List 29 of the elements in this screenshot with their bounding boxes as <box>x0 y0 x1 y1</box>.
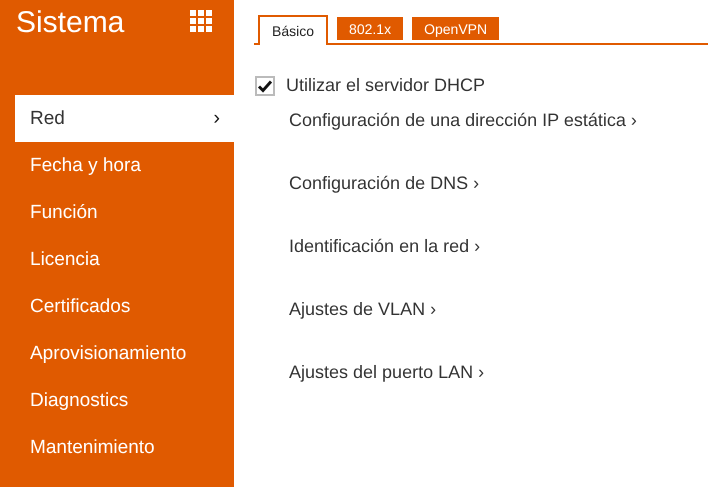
sidebar-item-label: Fecha y hora <box>30 154 141 176</box>
tab[interactable]: Básico <box>258 15 328 45</box>
settings-link[interactable]: Configuración de DNS › <box>289 172 480 194</box>
chevron-text: › <box>213 107 220 130</box>
sidebar-title: Sistema <box>16 6 124 40</box>
checkbox[interactable] <box>255 76 275 96</box>
app-grid-icon[interactable] <box>190 10 212 32</box>
settings-link[interactable]: Ajustes de VLAN › <box>289 298 436 320</box>
sidebar-item-label: Diagnostics <box>30 390 128 412</box>
sidebar-item-label: Certificados <box>30 296 130 318</box>
sidebar-item-label: Mantenimiento <box>30 436 155 458</box>
sidebar-item[interactable]: Red › <box>15 95 234 142</box>
sidebar-item[interactable]: Certificados <box>15 283 234 330</box>
tab[interactable]: 802.1x <box>337 17 404 40</box>
sidebar-item[interactable]: Aprovisionamiento <box>15 330 234 377</box>
sidebar-item-label: Función <box>30 202 98 224</box>
sidebar-item-label: Red <box>30 108 65 130</box>
sidebar-item-label: Aprovisionamiento <box>30 342 186 364</box>
sidebar-item-label: Licencia <box>30 248 100 270</box>
settings-link[interactable]: Identificación en la red › <box>289 235 480 257</box>
sidebar-item[interactable]: Licencia <box>15 236 234 283</box>
sidebar-item[interactable]: Función <box>15 189 234 236</box>
settings-link[interactable]: Ajustes del puerto LAN › <box>289 361 484 383</box>
tab[interactable]: OpenVPN <box>412 17 500 40</box>
sidebar-item[interactable]: Fecha y hora <box>15 142 234 189</box>
sidebar-item[interactable]: Diagnostics <box>15 377 234 424</box>
sidebar-item[interactable]: Mantenimiento <box>15 424 234 471</box>
settings-link[interactable]: Configuración de una dirección IP estática › <box>289 109 637 131</box>
checkbox-label: Utilizar el servidor DHCP <box>286 75 486 96</box>
